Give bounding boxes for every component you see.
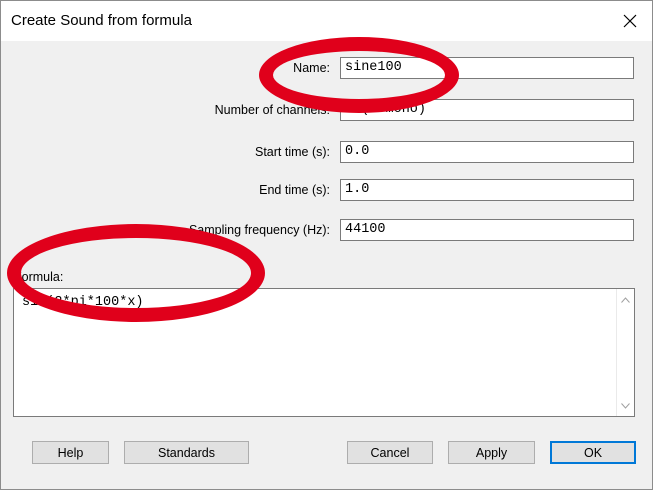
- start-time-field[interactable]: 0.0: [340, 141, 634, 163]
- dialog-title: Create Sound from formula: [11, 12, 192, 29]
- title-bar: Create Sound from formula: [1, 1, 652, 41]
- start-time-label: Start time (s):: [254, 145, 330, 159]
- sampling-frequency-label: Sampling frequency (Hz):: [188, 223, 330, 237]
- close-button[interactable]: [608, 1, 652, 41]
- end-time-label: End time (s):: [259, 183, 330, 197]
- name-label: Name:: [293, 61, 330, 75]
- formula-label: Formula:: [14, 270, 64, 284]
- apply-button[interactable]: Apply: [448, 441, 535, 464]
- chevron-down-icon[interactable]: [621, 401, 630, 410]
- ok-button[interactable]: OK: [550, 441, 636, 464]
- formula-scrollbar[interactable]: [616, 289, 634, 416]
- channels-field[interactable]: 1 (= mono): [340, 99, 634, 121]
- channels-label: Number of channels:: [214, 103, 330, 117]
- close-icon: [623, 14, 637, 28]
- end-time-field[interactable]: 1.0: [340, 179, 634, 201]
- sampling-frequency-field[interactable]: 44100: [340, 219, 634, 241]
- standards-button[interactable]: Standards: [124, 441, 249, 464]
- create-sound-dialog: Create Sound from formula Name: sine100 …: [0, 0, 653, 490]
- name-field[interactable]: sine100: [340, 57, 634, 79]
- cancel-button[interactable]: Cancel: [347, 441, 433, 464]
- formula-text: sin(2*pi*100*x): [22, 295, 144, 310]
- help-button[interactable]: Help: [32, 441, 109, 464]
- formula-textarea[interactable]: sin(2*pi*100*x): [13, 288, 635, 417]
- chevron-up-icon[interactable]: [621, 295, 630, 304]
